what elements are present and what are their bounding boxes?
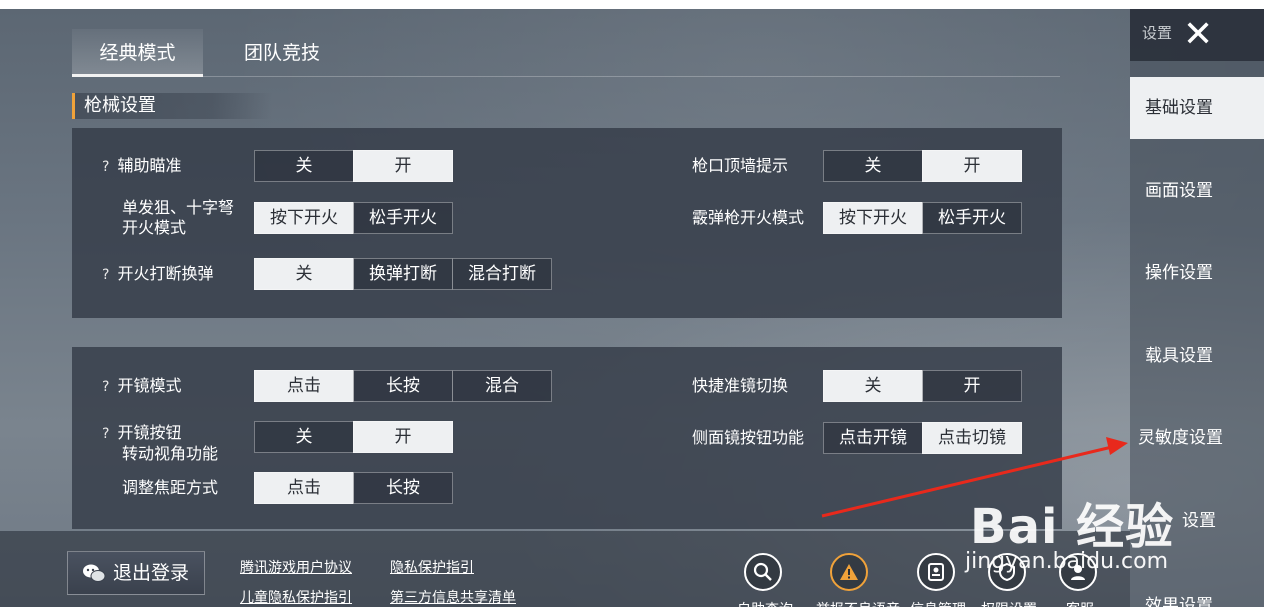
- shotgun-fire-release[interactable]: 松手开火: [922, 202, 1022, 234]
- baidu-watermark-url: jingyan.baidu.com: [965, 549, 1169, 574]
- scope-mode-toggle: 点击 长按 混合: [254, 370, 552, 402]
- scope-button-off[interactable]: 关: [254, 421, 354, 453]
- mode-tabs: 经典模式 团队竞技: [72, 29, 1060, 77]
- tab-classic[interactable]: 经典模式: [72, 29, 203, 77]
- scope-button-label-1: ? 开镜按钮: [102, 423, 182, 442]
- link-third-party[interactable]: 第三方信息共享清单: [390, 587, 516, 607]
- side-scope-open[interactable]: 点击开镜: [823, 422, 923, 454]
- help-icon[interactable]: ?: [102, 379, 109, 395]
- side-scope-toggle: 点击开镜 点击切镜: [823, 422, 1022, 454]
- single-fire-toggle: 按下开火 松手开火: [254, 202, 453, 234]
- scope-mode-tap[interactable]: 点击: [254, 370, 354, 402]
- quick-scope-label: 快捷准镜切换: [692, 376, 789, 395]
- logout-button[interactable]: 退出登录: [67, 551, 205, 595]
- help-icon[interactable]: ?: [102, 426, 109, 442]
- link-child-privacy[interactable]: 儿童隐私保护指引: [240, 587, 352, 607]
- scope-mode-label: ? 开镜模式: [102, 376, 182, 395]
- self-service-label: 自助查询: [730, 599, 800, 607]
- side-scope-label: 侧面镜按钮功能: [692, 428, 805, 447]
- shotgun-fire-toggle: 按下开火 松手开火: [823, 202, 1022, 234]
- fire-interrupt-off[interactable]: 关: [254, 258, 354, 290]
- focus-mode-toggle: 点击 长按: [254, 472, 453, 504]
- bottom-bar: 退出登录 腾讯游戏用户协议 隐私保护指引 儿童隐私保护指引 第三方信息共享清单 …: [0, 531, 1130, 607]
- fire-interrupt-mixed[interactable]: 混合打断: [452, 258, 552, 290]
- single-fire-release[interactable]: 松手开火: [353, 202, 453, 234]
- customer-service-label: 客服: [1045, 599, 1115, 607]
- fire-interrupt-toggle: 关 换弹打断 混合打断: [254, 258, 552, 290]
- tab-team-deathmatch[interactable]: 团队竞技: [222, 29, 342, 77]
- muzzle-wall-toggle: 关 开: [823, 150, 1022, 182]
- scope-settings-panel: ? 开镜模式 点击 长按 混合 ? 开镜按钮 转动视角功能 关 开 调整焦距方式 点…: [72, 347, 1062, 529]
- settings-screen: 经典模式 团队竞技 枪械设置 ? 辅助瞄准 关 开 单发狙、十字弩 开火模式 按下…: [0, 9, 1264, 607]
- link-user-agreement[interactable]: 腾讯游戏用户协议: [240, 557, 352, 577]
- assist-aim-toggle: 关 开: [254, 150, 453, 182]
- baidu-watermark-logo: Bai 经验: [970, 499, 1175, 555]
- single-fire-label-1: 单发狙、十字弩: [122, 198, 235, 217]
- single-fire-label-2: 开火模式: [122, 218, 187, 237]
- fire-interrupt-label: ? 开火打断换弹: [102, 264, 214, 283]
- single-fire-press[interactable]: 按下开火: [254, 202, 354, 234]
- section-title: 枪械设置: [72, 93, 272, 119]
- sidebar-item-vehicle[interactable]: 载具设置: [1130, 325, 1264, 387]
- quick-scope-toggle: 关 开: [823, 370, 1022, 402]
- shotgun-fire-press[interactable]: 按下开火: [823, 202, 923, 234]
- muzzle-wall-on[interactable]: 开: [922, 150, 1022, 182]
- self-service-button[interactable]: 自助查询: [736, 553, 793, 607]
- id-card-icon: [928, 563, 944, 581]
- report-voice-label: 举报不良语音: [816, 599, 900, 607]
- search-icon: [753, 562, 772, 581]
- scope-mode-hold[interactable]: 长按: [353, 370, 453, 402]
- shotgun-fire-label: 霰弹枪开火模式: [692, 208, 805, 227]
- warning-icon: [840, 564, 858, 580]
- scope-mode-mixed[interactable]: 混合: [452, 370, 552, 402]
- focus-mode-label: 调整焦距方式: [122, 478, 219, 497]
- logout-label: 退出登录: [113, 562, 190, 584]
- quick-scope-off[interactable]: 关: [823, 370, 923, 402]
- sidebar-item-effects[interactable]: 效果设置: [1130, 575, 1264, 607]
- section-title-text: 枪械设置: [84, 95, 156, 116]
- quick-scope-on[interactable]: 开: [922, 370, 1022, 402]
- sidebar-item-controls[interactable]: 操作设置: [1130, 242, 1264, 304]
- sidebar-item-sensitivity[interactable]: 灵敏度设置: [1130, 407, 1264, 469]
- scope-button-label-2: 转动视角功能: [122, 444, 219, 463]
- muzzle-wall-off[interactable]: 关: [823, 150, 923, 182]
- assist-aim-on[interactable]: 开: [353, 150, 453, 182]
- close-icon[interactable]: ✕: [1183, 15, 1213, 55]
- link-privacy[interactable]: 隐私保护指引: [390, 557, 474, 577]
- sidebar-item-basic[interactable]: 基础设置: [1130, 77, 1264, 139]
- wechat-icon: [83, 564, 106, 582]
- info-manage-button[interactable]: 信息管理: [909, 553, 966, 607]
- assist-aim-off[interactable]: 关: [254, 150, 354, 182]
- scope-button-toggle: 关 开: [254, 421, 453, 453]
- report-voice-button[interactable]: 举报不良语音: [816, 553, 900, 607]
- assist-aim-label: ? 辅助瞄准: [102, 156, 182, 175]
- info-manage-label: 信息管理: [903, 599, 973, 607]
- sidebar-title: 设置: [1142, 24, 1173, 42]
- sidebar-header: 设置 ✕: [1130, 9, 1264, 61]
- help-icon[interactable]: ?: [102, 267, 109, 283]
- help-icon[interactable]: ?: [102, 159, 109, 175]
- scope-button-on[interactable]: 开: [353, 421, 453, 453]
- permission-label: 权限设置: [974, 599, 1044, 607]
- sidebar-item-graphics[interactable]: 画面设置: [1130, 160, 1264, 222]
- focus-mode-tap[interactable]: 点击: [254, 472, 354, 504]
- fire-interrupt-reload[interactable]: 换弹打断: [353, 258, 453, 290]
- focus-mode-hold[interactable]: 长按: [353, 472, 453, 504]
- side-scope-switch[interactable]: 点击切镜: [922, 422, 1022, 454]
- weapon-settings-panel: ? 辅助瞄准 关 开 单发狙、十字弩 开火模式 按下开火 松手开火 ? 开火打断换弹…: [72, 128, 1062, 318]
- muzzle-wall-label: 枪口顶墙提示: [692, 156, 789, 175]
